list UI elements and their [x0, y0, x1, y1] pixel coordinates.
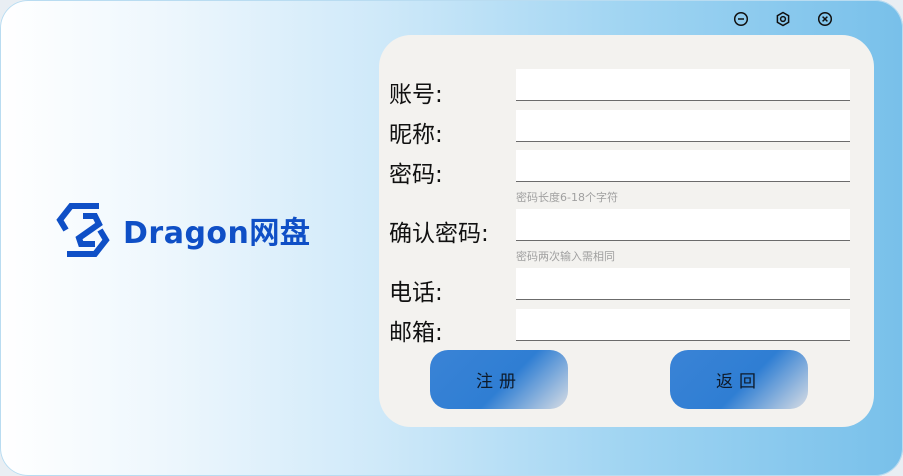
nickname-input[interactable]	[516, 110, 850, 142]
password-label: 密码:	[389, 162, 443, 188]
app-logo: Dragon网盘	[55, 200, 310, 260]
register-window: Dragon网盘 账号: 昵称: 密码: 密码长度6-18个字符 确认密码: 密…	[0, 0, 903, 476]
email-label: 邮箱:	[389, 320, 443, 346]
close-button[interactable]	[817, 11, 833, 27]
register-form-panel: 账号: 昵称: 密码: 密码长度6-18个字符 确认密码: 密码两次输入需相同 …	[379, 35, 874, 427]
minimize-button[interactable]	[733, 11, 749, 27]
confirm-password-hint: 密码两次输入需相同	[516, 250, 615, 263]
phone-input[interactable]	[516, 268, 850, 300]
account-input[interactable]	[516, 69, 850, 101]
register-button[interactable]: 注册	[430, 350, 568, 409]
confirm-password-input[interactable]	[516, 209, 850, 241]
nickname-label: 昵称:	[389, 122, 443, 148]
email-input[interactable]	[516, 309, 850, 341]
password-hint: 密码长度6-18个字符	[516, 191, 618, 204]
confirm-password-label: 确认密码:	[389, 221, 489, 247]
phone-label: 电话:	[389, 280, 443, 306]
back-button[interactable]: 返回	[670, 350, 808, 409]
minus-circle-icon	[733, 11, 749, 27]
account-label: 账号:	[389, 82, 443, 108]
hexagon-gear-icon	[776, 11, 790, 27]
app-logo-text: Dragon网盘	[123, 216, 311, 251]
dragon-logo-icon	[56, 203, 110, 257]
password-input[interactable]	[516, 150, 850, 182]
x-circle-icon	[817, 11, 833, 27]
settings-button[interactable]	[775, 11, 791, 27]
